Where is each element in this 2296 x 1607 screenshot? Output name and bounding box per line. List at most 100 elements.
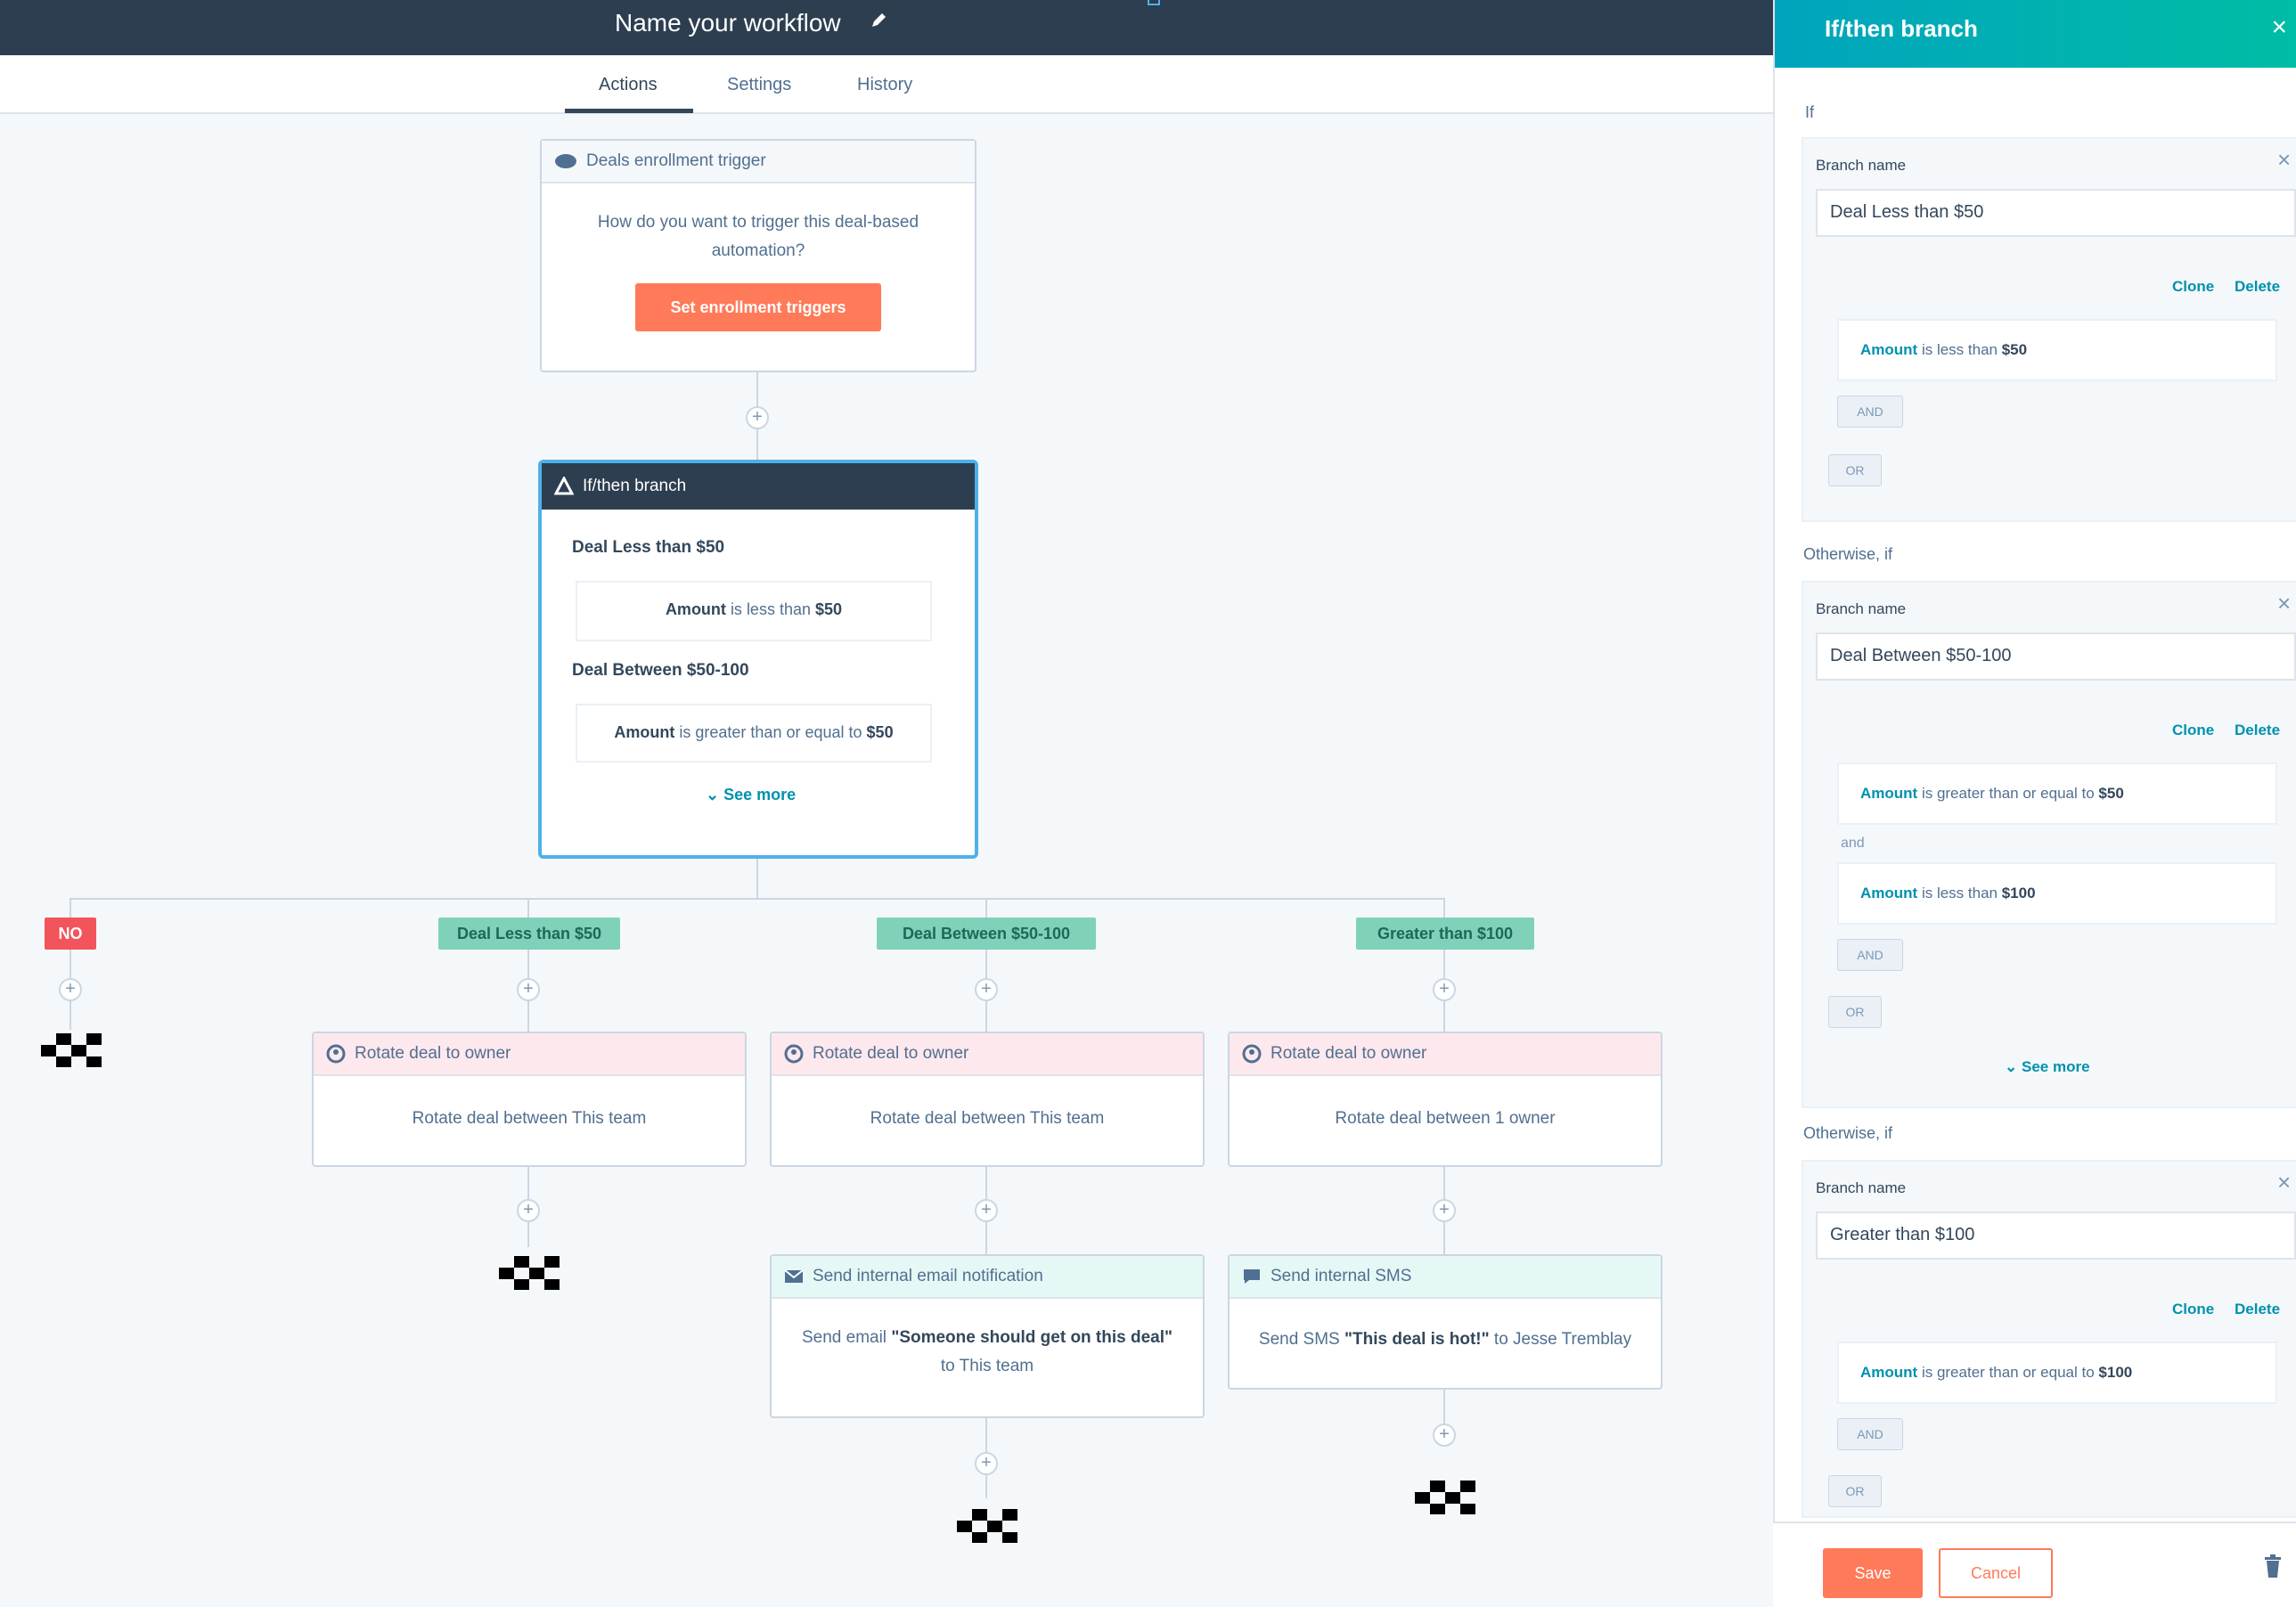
rotate-deal-card-1[interactable]: Rotate deal to owner Rotate deal between… — [312, 1032, 747, 1167]
rotate-card-body: Rotate deal between This team — [412, 1109, 647, 1128]
see-more-label: See more — [2021, 1058, 2090, 1075]
condition-property: Amount — [614, 723, 675, 741]
sms-body-suffix: to Jesse Tremblay — [1489, 1330, 1632, 1349]
trigger-card-header: Deals enrollment trigger — [542, 141, 975, 184]
filter-property: Amount — [1860, 341, 1918, 358]
rotate-card-body: Rotate deal between This team — [870, 1109, 1105, 1128]
filter-value: $50 — [2098, 785, 2124, 802]
email-card-body: Send email "Someone should get on this d… — [772, 1299, 1203, 1381]
or-button[interactable]: OR — [1828, 1475, 1882, 1507]
and-button[interactable]: AND — [1837, 1418, 1903, 1450]
save-button[interactable]: Save — [1823, 1548, 1923, 1598]
panel-header: If/then branch — [1775, 0, 2296, 68]
send-email-card[interactable]: Send internal email notification Send em… — [770, 1254, 1205, 1418]
pencil-icon[interactable] — [869, 11, 888, 30]
add-action-plus[interactable]: + — [975, 1199, 998, 1222]
branch-tag-greater-than-100: Greater than $100 — [1356, 918, 1534, 950]
enrollment-trigger-card[interactable]: Deals enrollment trigger How do you want… — [540, 139, 976, 372]
filter-operator: is greater than or equal to — [1917, 785, 2099, 802]
rotate-owner-icon — [1242, 1044, 1262, 1064]
top-bar: Name your workflow — [0, 0, 1773, 55]
close-icon[interactable]: × — [2271, 12, 2287, 43]
branch-name-input[interactable]: Greater than $100 — [1816, 1211, 2296, 1260]
workflow-title[interactable]: Name your workflow — [615, 9, 841, 37]
otherwise-label: Otherwise, if — [1803, 1124, 1893, 1142]
sms-icon — [1244, 1269, 1260, 1284]
branch-1-condition: Amount is less than $50 — [576, 581, 932, 641]
delete-link[interactable]: Delete — [2235, 722, 2280, 739]
and-connector-text: and — [1841, 836, 1865, 851]
branch-icon — [554, 477, 574, 495]
cancel-button[interactable]: Cancel — [1939, 1548, 2053, 1598]
connector-line — [756, 859, 758, 900]
add-action-plus[interactable]: + — [59, 978, 82, 1001]
sms-body-message: "This deal is hot!" — [1344, 1330, 1490, 1349]
tab-settings[interactable]: Settings — [727, 75, 791, 95]
email-card-header: Send internal email notification — [772, 1256, 1203, 1299]
or-button[interactable]: OR — [1828, 454, 1882, 486]
add-action-plus[interactable]: + — [1433, 978, 1456, 1001]
rotate-deal-card-3[interactable]: Rotate deal to owner Rotate deal between… — [1228, 1032, 1663, 1167]
rotate-card-title: Rotate deal to owner — [1271, 1044, 1427, 1063]
add-action-plus[interactable]: + — [1433, 1423, 1456, 1447]
ifthen-card-header: If/then branch — [542, 463, 975, 510]
filter-property: Amount — [1860, 885, 1918, 901]
branch-tag-between-50-100: Deal Between $50-100 — [877, 918, 1096, 950]
add-action-plus[interactable]: + — [975, 1452, 998, 1475]
filter-property: Amount — [1860, 1364, 1918, 1381]
see-more-link[interactable]: ⌄ See more — [2005, 1058, 2090, 1076]
filter-condition[interactable]: Amount is less than $100 — [1837, 862, 2277, 925]
sms-body-prefix: Send SMS — [1258, 1330, 1344, 1349]
trigger-question: How do you want to trigger this deal-bas… — [597, 213, 919, 260]
filter-operator: is less than — [1917, 341, 2002, 358]
and-button[interactable]: AND — [1837, 939, 1903, 971]
set-enrollment-triggers-button[interactable]: Set enrollment triggers — [635, 283, 881, 331]
filter-operator: is less than — [1917, 885, 2002, 901]
clone-link[interactable]: Clone — [2172, 1301, 2214, 1318]
filter-condition[interactable]: Amount is greater than or equal to $50 — [1837, 763, 2277, 825]
send-sms-card[interactable]: Send internal SMS Send SMS "This deal is… — [1228, 1254, 1663, 1390]
branch-name-input[interactable]: Deal Between $50-100 — [1816, 632, 2296, 681]
filter-value: $100 — [2098, 1364, 2133, 1381]
rotate-deal-card-2[interactable]: Rotate deal to owner Rotate deal between… — [770, 1032, 1205, 1167]
rotate-card-title: Rotate deal to owner — [355, 1044, 511, 1063]
add-action-plus[interactable]: + — [746, 406, 769, 429]
add-action-plus[interactable]: + — [1433, 1199, 1456, 1222]
rotate-card-header: Rotate deal to owner — [1230, 1033, 1661, 1076]
remove-branch-icon[interactable]: × — [2277, 590, 2291, 617]
sms-card-body: Send SMS "This deal is hot!" to Jesse Tr… — [1230, 1299, 1661, 1354]
otherwise-label: Otherwise, if — [1803, 545, 1893, 563]
tab-history[interactable]: History — [857, 75, 912, 95]
chevron-down-icon: ⌄ — [2005, 1058, 2018, 1075]
and-button[interactable]: AND — [1837, 396, 1903, 428]
add-action-plus[interactable]: + — [975, 978, 998, 1001]
condition-operator: is greater than or equal to — [679, 723, 862, 741]
filter-value: $50 — [2001, 341, 2028, 358]
if-label: If — [1805, 103, 1815, 121]
condition-value: $50 — [815, 600, 843, 618]
delete-link[interactable]: Delete — [2235, 1301, 2280, 1318]
remove-branch-icon[interactable]: × — [2277, 146, 2291, 174]
branch-2-condition: Amount is greater than or equal to $50 — [576, 704, 932, 763]
trash-icon[interactable] — [2263, 1554, 2283, 1578]
end-flag-icon — [1415, 1481, 1475, 1514]
branch-name-input[interactable]: Deal Less than $50 — [1816, 189, 2296, 237]
add-action-plus[interactable]: + — [517, 978, 540, 1001]
clone-link[interactable]: Clone — [2172, 278, 2214, 296]
end-flag-icon — [957, 1509, 1017, 1543]
tab-actions[interactable]: Actions — [599, 75, 658, 95]
branch-name-label: Branch name — [1816, 157, 1907, 174]
delete-link[interactable]: Delete — [2235, 278, 2280, 296]
branch-split-line — [69, 898, 1445, 900]
filter-condition[interactable]: Amount is greater than or equal to $100 — [1837, 1342, 2277, 1404]
clone-link[interactable]: Clone — [2172, 722, 2214, 739]
or-button[interactable]: OR — [1828, 996, 1882, 1028]
rotate-card-body: Rotate deal between 1 owner — [1335, 1109, 1556, 1128]
email-card-title: Send internal email notification — [813, 1267, 1043, 1285]
filter-condition[interactable]: Amount is less than $50 — [1837, 319, 2277, 381]
remove-branch-icon[interactable]: × — [2277, 1169, 2291, 1196]
see-more-link[interactable]: ⌄ See more — [706, 786, 796, 804]
add-action-plus[interactable]: + — [517, 1199, 540, 1222]
branch-tag-less-than-50: Deal Less than $50 — [438, 918, 620, 950]
branch-1-name: Deal Less than $50 — [572, 538, 725, 557]
